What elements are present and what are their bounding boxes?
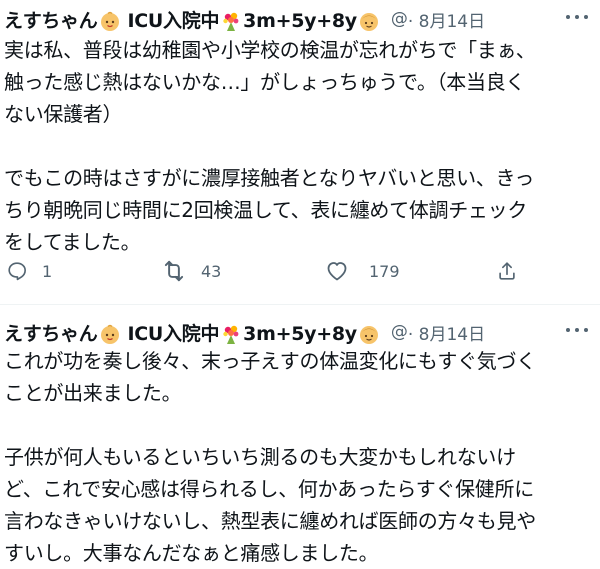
- retweet-count: 43: [201, 261, 222, 281]
- display-name-text: 3m+5y+8y: [243, 9, 357, 32]
- tweet[interactable]: えすちゃん ICU入院中 3m+5y+8y @ · 8月14日 これが功を奏し後々、…: [0, 305, 600, 565]
- tweet-date[interactable]: · 8月14日: [408, 320, 485, 345]
- tweet-text-line: 子供が何人もいるといちいち測るのも大変かもしれないけ: [4, 445, 516, 469]
- reply-count: 1: [42, 261, 53, 281]
- more-options-icon[interactable]: [566, 8, 588, 26]
- tweet-text-line: ど、これで安心感は得られるし、何かあったらすぐ保健所に: [4, 477, 534, 501]
- retweet-icon: [164, 260, 184, 282]
- tweet-text-line: ちり朝晩同じ時間に2回検温して、表に纏めて体調チェック: [4, 198, 528, 222]
- user-handle[interactable]: @: [391, 9, 408, 29]
- display-name[interactable]: えすちゃん ICU入院中 3m+5y+8y: [4, 319, 381, 346]
- tweet-text-line: でもこの時はさすがに濃厚接触者となりヤバいと思い、きっ: [4, 166, 535, 190]
- share-icon: [499, 262, 515, 280]
- display-name-text: えすちゃん: [4, 322, 98, 345]
- tweet-text-line: 実は私、普段は幼稚園や小学校の検温が忘れがちで「まぁ、: [4, 38, 536, 62]
- tweet-text: 実は私、普段は幼稚園や小学校の検温が忘れがちで「まぁ、 触った感じ熱はないかな……: [4, 34, 596, 258]
- tweet-text-line: すいし。大事なんだなぁと痛感しました。: [4, 541, 379, 565]
- baby-face-emoji-icon: [100, 324, 119, 344]
- display-name-text: ICU入院中: [127, 322, 220, 345]
- tweet-text: これが功を奏し後々、末っ子えすの体温変化にもすぐ気づく ことが出来ました。 子供…: [4, 345, 596, 569]
- tweet-text-line: 言わなきゃいけないし、熱型表に纏めれば医師の方々も見や: [4, 509, 536, 533]
- tweet-text-line: [4, 130, 596, 162]
- tweet-text-line: これが功を奏し後々、末っ子えすの体温変化にもすぐ気づく: [4, 349, 536, 373]
- like-button[interactable]: 179: [325, 252, 400, 290]
- tweet-header: えすちゃん ICU入院中 3m+5y+8y @ · 8月14日: [4, 6, 485, 32]
- display-name[interactable]: えすちゃん ICU入院中 3m+5y+8y: [4, 6, 381, 33]
- tweet-header: えすちゃん ICU入院中 3m+5y+8y @ · 8月14日: [4, 319, 485, 345]
- like-icon: [327, 262, 347, 281]
- bouquet-emoji-icon: [223, 12, 239, 31]
- more-options-icon[interactable]: [566, 321, 588, 339]
- display-name-text: ICU入院中: [127, 9, 220, 32]
- tweet-text-line: 触った感じ熱はないかな…」がしょっちゅうで。（本当良く: [4, 70, 526, 94]
- retweet-button[interactable]: 43: [161, 252, 221, 290]
- user-handle[interactable]: @: [391, 322, 408, 342]
- reply-icon: [8, 262, 26, 281]
- tweet-date[interactable]: · 8月14日: [408, 7, 485, 32]
- display-name-text: 3m+5y+8y: [243, 322, 357, 345]
- reply-button[interactable]: 1: [6, 252, 52, 290]
- tweet-actions: 1 43 179: [0, 252, 600, 290]
- tweet[interactable]: えすちゃん ICU入院中 3m+5y+8y @ · 8月14日 実は私、普段は幼稚園…: [0, 0, 600, 305]
- share-button[interactable]: [496, 252, 518, 290]
- like-count: 179: [369, 261, 400, 281]
- display-name-text: えすちゃん: [4, 9, 98, 32]
- child-face-emoji-icon: [359, 13, 378, 31]
- bouquet-emoji-icon: [223, 325, 239, 344]
- child-face-emoji-icon: [359, 326, 378, 344]
- tweet-text-line: ことが出来ました。: [4, 381, 182, 405]
- baby-face-emoji-icon: [100, 11, 119, 31]
- tweet-text-line: ない保護者）: [4, 102, 123, 126]
- tweet-text-line: [4, 409, 596, 441]
